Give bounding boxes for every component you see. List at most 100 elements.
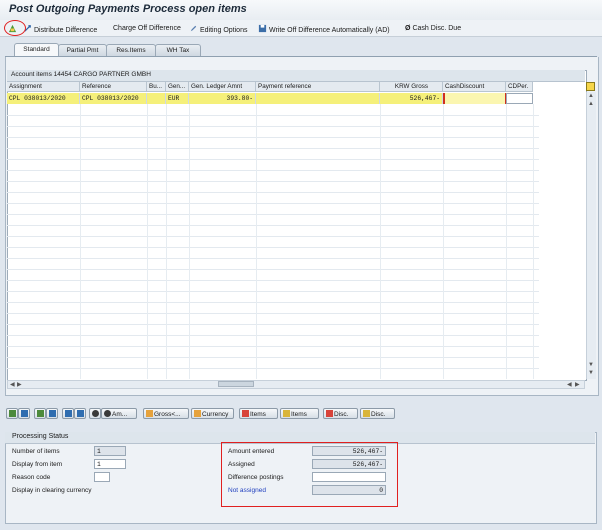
cell-business-area[interactable] (147, 93, 166, 104)
grid-row-line (7, 269, 539, 270)
cell-gl-amount[interactable]: 393.80- (189, 93, 256, 104)
grid-row-line (7, 148, 539, 149)
find-next-button[interactable]: Am... (101, 408, 137, 419)
scroll-right-icon[interactable]: ▶ (17, 381, 22, 388)
scroll-right-icon[interactable]: ▶ (575, 381, 580, 388)
cell-krw-gross[interactable]: 526,467- (380, 93, 443, 104)
deselect-all-button[interactable] (18, 408, 30, 419)
grid-row-line (7, 368, 539, 369)
display-from-item-label: Display from item (12, 461, 63, 468)
grid-row-line (7, 170, 539, 171)
grid-row-line (7, 159, 539, 160)
find-button[interactable] (89, 408, 101, 419)
tab-partial-pmt[interactable]: Partial Pmt (58, 44, 107, 56)
grid-row-line (7, 126, 539, 127)
column-header-payment-reference[interactable]: Payment reference (256, 82, 380, 92)
grid-col-line (380, 104, 381, 379)
activate-disc-button[interactable]: Disc. (323, 408, 358, 419)
column-settings-icon[interactable] (586, 82, 595, 91)
cash-disc-due-button[interactable]: Ø Cash Disc. Due (405, 24, 461, 34)
scroll-left-icon[interactable]: ◀ (10, 381, 15, 388)
cell-assignment[interactable]: CPL 038013/2020 (7, 93, 80, 104)
column-header-currency[interactable]: Gen... (166, 82, 189, 92)
deselect-block-icon (49, 410, 56, 417)
scroll-up-icon[interactable]: ▲ (588, 101, 594, 107)
deselect-block-button[interactable] (46, 408, 58, 419)
grid-col-line (189, 104, 190, 379)
grid-col-line (80, 104, 81, 379)
grid-row-line (7, 192, 539, 193)
annotation-rectangle (221, 442, 398, 507)
save-icon (258, 24, 267, 33)
reason-code-label: Reason code (12, 474, 51, 481)
sort-descending-button[interactable] (74, 408, 86, 419)
grid-row-line (7, 247, 539, 248)
column-header-assignment[interactable]: Assignment (7, 82, 80, 92)
gross-net-label: Gross<... (154, 411, 181, 418)
sort-asc-icon (65, 410, 72, 417)
grid-row-line (7, 313, 539, 314)
tab-standard[interactable]: Standard (14, 43, 59, 57)
charge-off-difference-button[interactable]: Charge Off Difference (113, 24, 181, 34)
column-header-gl-amount[interactable]: Gen. Ledger Amnt (189, 82, 256, 92)
cell-cash-discount-input[interactable] (443, 93, 506, 104)
application-toolbar: Distribute Difference Charge Off Differe… (0, 20, 602, 37)
select-all-button[interactable] (6, 408, 18, 419)
grid-col-line (506, 104, 507, 379)
tab-res-items-label: Res.Items (116, 47, 146, 54)
distribute-difference-button[interactable]: Distribute Difference (23, 24, 97, 34)
grid-row-line (7, 214, 539, 215)
charge-off-difference-label: Charge Off Difference (113, 25, 181, 32)
display-from-item-input[interactable]: 1 (94, 459, 126, 469)
currency-button[interactable]: Currency (191, 408, 234, 419)
horizontal-scrollbar[interactable]: ◀ ▶ ◀ ▶ (7, 380, 585, 389)
cell-currency[interactable]: EUR (166, 93, 189, 104)
grid-row-line (7, 291, 539, 292)
scroll-up-icon[interactable]: ▲ (588, 93, 594, 99)
tab-wh-tax[interactable]: WH Tax (155, 44, 201, 56)
grid-col-line (147, 104, 148, 379)
deactivate-disc-button[interactable]: Disc. (360, 408, 395, 419)
column-header-cash-discount[interactable]: CashDiscount (443, 82, 506, 92)
annotation-circle (4, 20, 26, 36)
column-header-krw-gross[interactable]: KRW Gross (380, 82, 443, 92)
grid-row-line (7, 137, 539, 138)
select-block-button[interactable] (34, 408, 46, 419)
vertical-scrollbar[interactable]: ▲ ▲ ▼ ▼ (586, 92, 596, 379)
cell-reference[interactable]: CPL 038013/2020 (80, 93, 147, 104)
display-clearing-currency-label: Display in clearing currency (12, 487, 92, 494)
grid-row-line (7, 203, 539, 204)
column-header-business-area[interactable]: Bu... (147, 82, 166, 92)
grid-row-line (7, 225, 539, 226)
write-off-difference-label: Write Off Difference Automatically (AD) (269, 27, 390, 34)
sort-desc-icon (77, 410, 84, 417)
write-off-difference-button[interactable]: Write Off Difference Automatically (AD) (258, 24, 390, 34)
column-header-reference[interactable]: Reference (80, 82, 147, 92)
scroll-left-icon[interactable]: ◀ (567, 381, 572, 388)
scroll-down-icon[interactable]: ▼ (588, 362, 594, 368)
tab-res-items[interactable]: Res.Items (106, 44, 156, 56)
scroll-thumb[interactable] (218, 381, 254, 387)
activate-disc-icon (326, 410, 333, 417)
scroll-down-icon[interactable]: ▼ (588, 370, 594, 376)
cell-cd-per-input[interactable] (506, 93, 533, 104)
column-header-cd-per[interactable]: CDPer. (506, 82, 533, 92)
grid-row-line (7, 115, 539, 116)
gross-net-button[interactable]: Gross<... (143, 408, 189, 419)
editing-options-button[interactable]: Editing Options (189, 24, 247, 34)
grid-row-line (7, 346, 539, 347)
cell-payment-reference[interactable] (256, 93, 380, 104)
reason-code-input[interactable] (94, 472, 110, 482)
currency-label: Currency (202, 411, 229, 418)
deactivate-items-icon (283, 410, 290, 417)
deactivate-items-button[interactable]: Items (280, 408, 319, 419)
gross-icon (146, 410, 153, 417)
deactivate-disc-icon (363, 410, 370, 417)
grid-row-line (7, 181, 539, 182)
grid-row-line (7, 302, 539, 303)
grid-row-line (7, 324, 539, 325)
page-title: Post Outgoing Payments Process open item… (9, 3, 247, 15)
sort-ascending-button[interactable] (62, 408, 74, 419)
editing-options-label: Editing Options (200, 27, 248, 34)
activate-items-button[interactable]: Items (239, 408, 278, 419)
